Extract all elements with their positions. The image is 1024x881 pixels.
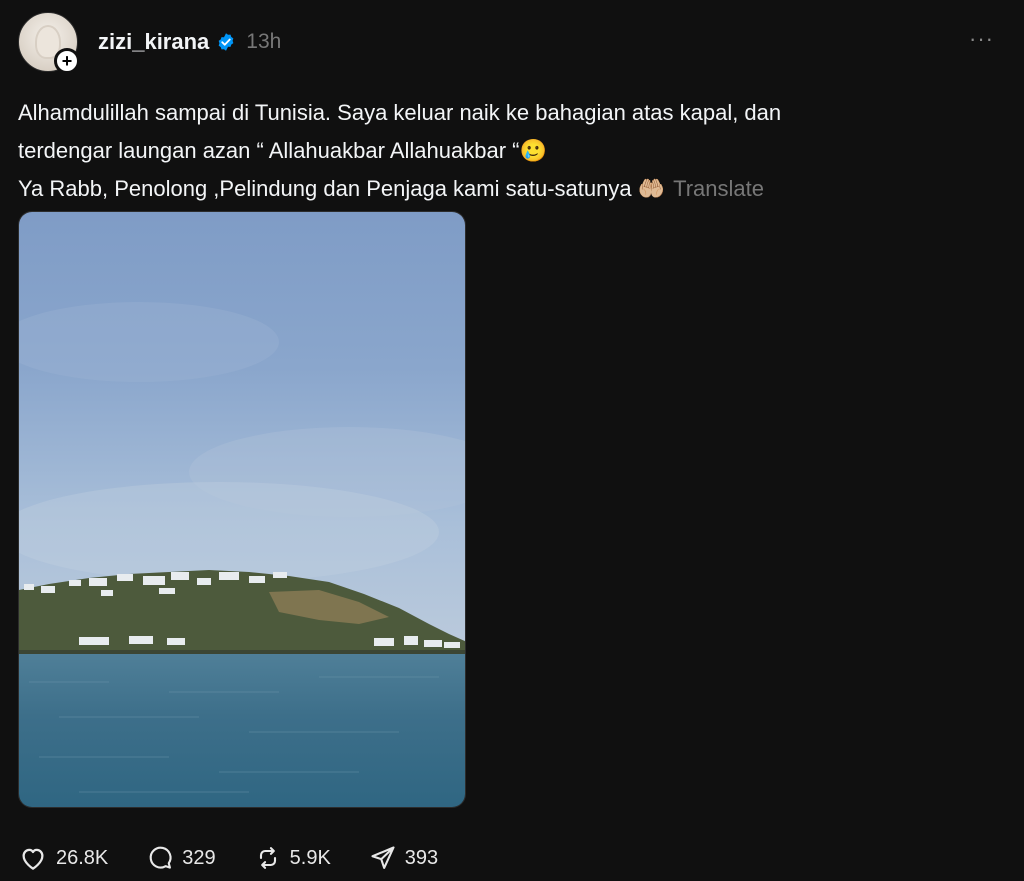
caption-line-1: Alhamdulillah sampai di Tunisia. Saya ke…: [18, 100, 782, 125]
reply-count: 329: [182, 846, 216, 869]
translate-link[interactable]: Translate: [673, 176, 764, 201]
username-link[interactable]: zizi_kirana: [98, 29, 209, 55]
sea-coast-image: [19, 212, 465, 807]
repost-count: 5.9K: [289, 846, 331, 869]
post-photo[interactable]: [18, 211, 466, 808]
repost-icon: [259, 847, 276, 869]
reply-button[interactable]: 329: [146, 844, 216, 872]
caption-line-2: terdengar laungan azan “ Allahuakbar All…: [18, 138, 547, 163]
comment-icon: [149, 846, 172, 869]
post-caption: Alhamdulillah sampai di Tunisia. Saya ke…: [18, 94, 978, 208]
post-timestamp[interactable]: 13h: [246, 30, 281, 54]
heart-icon: [22, 848, 44, 870]
like-button[interactable]: 26.8K: [18, 843, 108, 873]
share-count: 393: [404, 846, 439, 869]
post-actions: 26.8K 329 5.9K 393: [18, 842, 476, 874]
thread-post: + zizi_kirana 13h ··· Alhamdulillah samp…: [0, 0, 1024, 881]
send-icon: [371, 846, 395, 869]
verified-badge-icon: [216, 32, 236, 52]
post-header: zizi_kirana 13h: [98, 28, 281, 56]
caption-line-3: Ya Rabb, Penolong ,Pelindung dan Penjaga…: [18, 176, 764, 201]
repost-button[interactable]: 5.9K: [254, 844, 331, 872]
more-options-icon[interactable]: ···: [969, 28, 994, 50]
like-count: 26.8K: [56, 846, 109, 869]
avatar[interactable]: +: [18, 12, 80, 74]
follow-plus-icon[interactable]: +: [54, 48, 80, 74]
share-button[interactable]: 393: [369, 844, 438, 872]
